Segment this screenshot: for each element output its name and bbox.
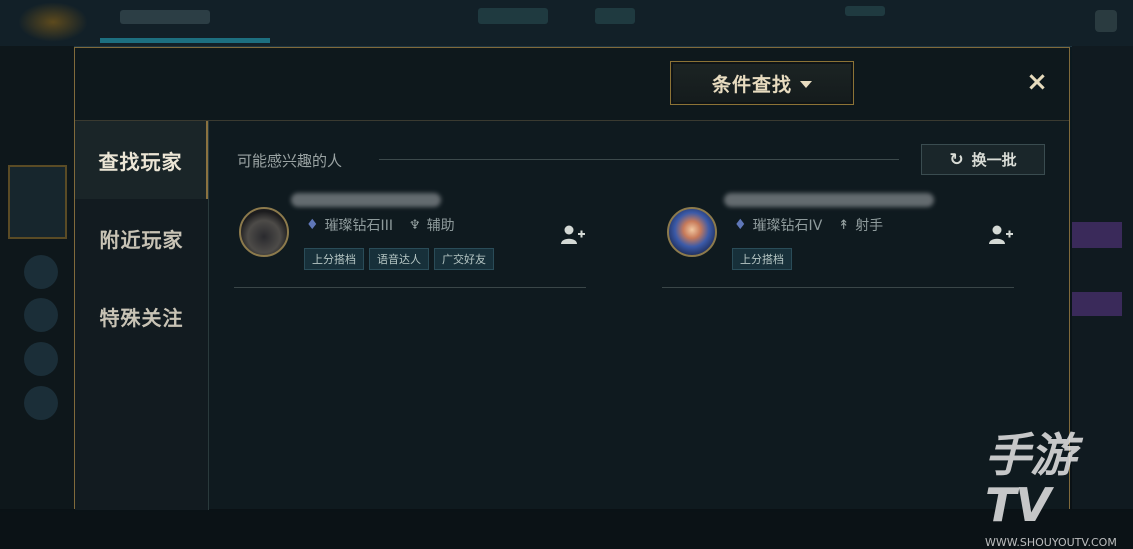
- refresh-batch-button[interactable]: ↻ 换一批: [921, 144, 1045, 175]
- client-rail-icon: [24, 386, 58, 420]
- condition-search-button[interactable]: 条件查找: [670, 61, 854, 105]
- redacted-player-name: [724, 193, 934, 207]
- add-friend-button[interactable]: [560, 223, 586, 247]
- recommend-panel: 可能感兴趣的人 ↻ 换一批 ♦ 璀璨钻石III ♆ 辅助 上分搭档 语音达人 广…: [209, 121, 1069, 510]
- dialog-sidebar: 查找玩家 附近玩家 特殊关注: [75, 121, 209, 510]
- player-rank-row: ♦ 璀璨钻石IV ↟ 射手: [734, 215, 883, 235]
- player-tag: 上分搭档: [304, 248, 364, 270]
- sidebar-item-special-follow[interactable]: 特殊关注: [75, 277, 208, 355]
- add-friend-icon: [989, 225, 1013, 244]
- section-divider: [379, 159, 899, 160]
- top-bar-blurred-item: [595, 8, 635, 24]
- sidebar-item-nearby-players[interactable]: 附近玩家: [75, 199, 208, 277]
- player-rank: 璀璨钻石IV: [752, 218, 823, 234]
- player-avatar[interactable]: [667, 207, 717, 257]
- client-right-item: [1072, 292, 1122, 316]
- refresh-label: 换一批: [971, 151, 1017, 169]
- player-role: 射手: [855, 218, 884, 234]
- client-rail-icon: [24, 255, 58, 289]
- player-role: 辅助: [426, 218, 455, 234]
- marksman-icon: ↟: [838, 217, 850, 233]
- player-tags: 上分搭档: [732, 248, 792, 270]
- add-friend-icon: [561, 225, 585, 244]
- client-logo: [18, 2, 88, 42]
- client-left-frame: [8, 165, 67, 239]
- client-rail-icon: [24, 342, 58, 376]
- redacted-player-name: [291, 193, 441, 207]
- chevron-down-icon: [800, 80, 812, 88]
- diamond-rank-icon: ♦: [734, 217, 747, 233]
- top-bar-blurred-item: [845, 6, 885, 16]
- watermark-logo: 手游TV: [985, 428, 1076, 532]
- player-tag: 语音达人: [369, 248, 429, 270]
- watermark-url: WWW.SHOUYOUTV.COM: [985, 536, 1117, 549]
- client-progress-bar: [100, 38, 270, 43]
- dialog-header: 条件查找 ×: [75, 48, 1069, 121]
- player-avatar[interactable]: [239, 207, 289, 257]
- close-button[interactable]: ×: [1023, 68, 1051, 96]
- client-rail-icon: [24, 298, 58, 332]
- top-bar-blurred-item: [1095, 10, 1117, 32]
- diamond-rank-icon: ♦: [306, 217, 319, 233]
- player-card[interactable]: ♦ 璀璨钻石III ♆ 辅助 上分搭档 语音达人 广交好友: [234, 193, 586, 288]
- watermark: 手游TV WWW.SHOUYOUTV.COM: [985, 430, 1130, 549]
- refresh-icon: ↻: [949, 149, 964, 170]
- top-bar-blurred-item: [120, 10, 210, 24]
- player-tag: 广交好友: [434, 248, 494, 270]
- client-right-item: [1072, 222, 1122, 248]
- support-icon: ♆: [408, 217, 421, 233]
- player-rank: 璀璨钻石III: [324, 218, 393, 234]
- player-tag: 上分搭档: [732, 248, 792, 270]
- sidebar-item-find-player[interactable]: 查找玩家: [75, 121, 208, 199]
- player-tags: 上分搭档 语音达人 广交好友: [304, 248, 494, 270]
- condition-search-label: 条件查找: [711, 73, 792, 96]
- player-card[interactable]: ♦ 璀璨钻石IV ↟ 射手 上分搭档: [662, 193, 1014, 288]
- top-bar-blurred-item: [478, 8, 548, 24]
- player-rank-row: ♦ 璀璨钻石III ♆ 辅助: [306, 215, 455, 235]
- find-player-dialog: 条件查找 × 查找玩家 附近玩家 特殊关注 可能感兴趣的人 ↻ 换一批 ♦ 璀璨…: [74, 47, 1070, 510]
- section-title: 可能感兴趣的人: [237, 152, 343, 170]
- add-friend-button[interactable]: [988, 223, 1014, 247]
